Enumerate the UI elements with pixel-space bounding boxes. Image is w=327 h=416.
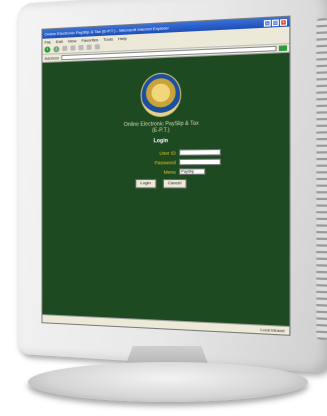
monitor-vents xyxy=(316,17,327,341)
menu-row: Menu PaySlip xyxy=(103,168,221,175)
org-name-line2: (E-P.T.) xyxy=(152,127,170,134)
cancel-button[interactable]: Cancel xyxy=(162,179,187,189)
password-row: Password xyxy=(103,158,221,166)
back-icon[interactable]: ‹ xyxy=(44,45,51,53)
menu-edit[interactable]: Edit xyxy=(56,38,63,43)
status-text: Local intranet xyxy=(260,327,285,333)
menu-label: Menu xyxy=(163,168,176,175)
monitor-base xyxy=(28,362,308,402)
monitor: Online Electronic PaySlip & Tax (E-P.T.)… xyxy=(18,0,327,374)
go-button[interactable] xyxy=(278,45,288,52)
address-label: Address xyxy=(44,55,60,61)
password-label: Password xyxy=(154,159,176,165)
browser-window: Online Electronic PaySlip & Tax (E-P.T.)… xyxy=(41,15,291,336)
maximize-button[interactable]: □ xyxy=(271,18,279,26)
user-id-row: User ID xyxy=(103,148,221,156)
org-name: Online Electronic PaySlip & Tax (E-P.T.) xyxy=(124,120,199,134)
menu-file[interactable]: File xyxy=(44,39,50,44)
close-button[interactable]: × xyxy=(280,18,288,26)
menu-view[interactable]: View xyxy=(68,38,77,44)
refresh-icon[interactable] xyxy=(70,45,76,51)
login-button[interactable]: Login xyxy=(135,179,157,189)
login-form: User ID Password Menu PaySlip Login Canc… xyxy=(103,148,221,189)
menu-select[interactable]: PaySlip xyxy=(179,168,206,175)
forward-icon[interactable]: › xyxy=(53,45,60,52)
stop-icon[interactable] xyxy=(62,45,68,52)
menu-help[interactable]: Help xyxy=(118,35,127,41)
form-buttons: Login Cancel xyxy=(103,179,221,189)
page-content: Online Electronic PaySlip & Tax (E-P.T.)… xyxy=(42,52,290,328)
user-id-label: User ID xyxy=(159,149,176,156)
favorites-icon[interactable] xyxy=(94,44,100,50)
search-icon[interactable] xyxy=(86,44,92,50)
user-id-input[interactable] xyxy=(179,148,221,156)
minimize-button[interactable]: – xyxy=(263,19,271,27)
login-heading: Login xyxy=(153,137,169,145)
menu-favorites[interactable]: Favorites xyxy=(81,37,98,43)
password-input[interactable] xyxy=(179,158,221,166)
seal-logo xyxy=(140,72,182,118)
menu-tools[interactable]: Tools xyxy=(103,36,113,42)
home-icon[interactable] xyxy=(78,44,84,51)
